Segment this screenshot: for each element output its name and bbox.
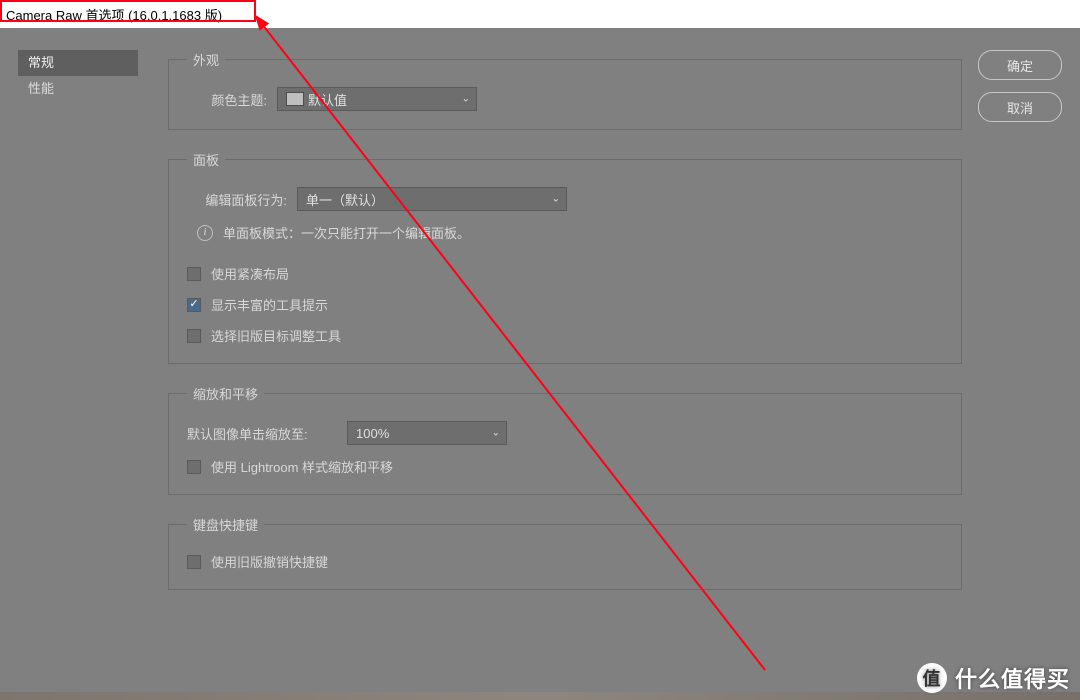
preferences-window: Camera Raw 首选项 (16.0.1.1683 版) 常规 性能 确定 … bbox=[0, 0, 1080, 700]
theme-swatch-icon bbox=[286, 92, 304, 106]
select-color-theme[interactable]: 默认值 ⌄ bbox=[277, 87, 477, 111]
select-default-zoom[interactable]: 100% ⌄ bbox=[347, 421, 507, 445]
label-default-zoom: 默认图像单击缩放至: bbox=[187, 424, 337, 443]
sidebar: 常规 性能 bbox=[18, 50, 138, 102]
watermark-text: 什么值得买 bbox=[955, 662, 1070, 694]
section-legend: 面板 bbox=[187, 150, 225, 169]
main-panel: 外观 颜色主题: 默认值 ⌄ 面板 编辑面板行为: bbox=[168, 50, 962, 682]
section-panel: 面板 编辑面板行为: 单一（默认） ⌄ i 单面板模式：一次只能打开一个编辑面板… bbox=[168, 150, 962, 364]
section-legend: 缩放和平移 bbox=[187, 384, 264, 403]
row-color-theme: 颜色主题: 默认值 ⌄ bbox=[187, 87, 943, 111]
sidebar-item-performance[interactable]: 性能 bbox=[18, 76, 138, 102]
row-legacy-target: 选择旧版目标调整工具 bbox=[187, 326, 943, 345]
row-compact-layout: 使用紧凑布局 bbox=[187, 264, 943, 283]
dialog-buttons: 确定 取消 bbox=[978, 50, 1062, 122]
sidebar-item-general[interactable]: 常规 bbox=[18, 50, 138, 76]
row-lightroom-zoom: 使用 Lightroom 样式缩放和平移 bbox=[187, 457, 943, 476]
ok-button[interactable]: 确定 bbox=[978, 50, 1062, 80]
chevron-down-icon: ⌄ bbox=[552, 194, 560, 205]
sidebar-item-label: 性能 bbox=[28, 81, 54, 96]
checkbox-label: 显示丰富的工具提示 bbox=[211, 295, 328, 314]
checkbox-rich-tooltips[interactable] bbox=[187, 298, 201, 312]
window-body: 常规 性能 确定 取消 外观 bbox=[0, 28, 1080, 700]
section-legend: 外观 bbox=[187, 50, 225, 69]
section-zoom: 缩放和平移 默认图像单击缩放至: 100% ⌄ 使用 Lightroom 样式缩… bbox=[168, 384, 962, 495]
select-value: 单一（默认） bbox=[306, 190, 384, 209]
row-default-zoom: 默认图像单击缩放至: 100% ⌄ bbox=[187, 421, 943, 445]
checkbox-legacy-target[interactable] bbox=[187, 329, 201, 343]
sidebar-item-label: 常规 bbox=[28, 55, 54, 70]
checkbox-legacy-undo[interactable] bbox=[187, 555, 201, 569]
section-appearance: 外观 颜色主题: 默认值 ⌄ bbox=[168, 50, 962, 130]
section-keyboard: 键盘快捷键 使用旧版撤销快捷键 bbox=[168, 515, 962, 590]
row-edit-behavior: 编辑面板行为: 单一（默认） ⌄ bbox=[187, 187, 943, 211]
label-color-theme: 颜色主题: bbox=[187, 90, 267, 109]
window-title: Camera Raw 首选项 (16.0.1.1683 版) bbox=[0, 5, 222, 24]
row-single-mode-note: i 单面板模式：一次只能打开一个编辑面板。 bbox=[197, 223, 943, 242]
checkbox-label: 使用旧版撤销快捷键 bbox=[211, 552, 328, 571]
row-rich-tooltips: 显示丰富的工具提示 bbox=[187, 295, 943, 314]
section-legend: 键盘快捷键 bbox=[187, 515, 264, 534]
content-card: 常规 性能 确定 取消 外观 bbox=[18, 50, 1062, 682]
select-value: 100% bbox=[356, 426, 389, 441]
checkbox-label: 选择旧版目标调整工具 bbox=[211, 326, 341, 345]
checkbox-label: 使用紧凑布局 bbox=[211, 264, 289, 283]
watermark: 值 什么值得买 bbox=[917, 662, 1070, 694]
row-legacy-undo: 使用旧版撤销快捷键 bbox=[187, 552, 943, 571]
label-edit-behavior: 编辑面板行为: bbox=[187, 190, 287, 209]
select-value: 默认值 bbox=[308, 90, 347, 109]
single-mode-note: 单面板模式：一次只能打开一个编辑面板。 bbox=[223, 223, 470, 242]
info-icon: i bbox=[197, 225, 213, 241]
checkbox-compact-layout[interactable] bbox=[187, 267, 201, 281]
window-titlebar: Camera Raw 首选项 (16.0.1.1683 版) bbox=[0, 0, 1080, 28]
checkbox-lightroom-zoom[interactable] bbox=[187, 460, 201, 474]
watermark-badge: 值 bbox=[917, 663, 947, 693]
select-edit-behavior[interactable]: 单一（默认） ⌄ bbox=[297, 187, 567, 211]
chevron-down-icon: ⌄ bbox=[462, 94, 470, 105]
checkbox-label: 使用 Lightroom 样式缩放和平移 bbox=[211, 457, 393, 476]
chevron-down-icon: ⌄ bbox=[492, 428, 500, 439]
cancel-button[interactable]: 取消 bbox=[978, 92, 1062, 122]
